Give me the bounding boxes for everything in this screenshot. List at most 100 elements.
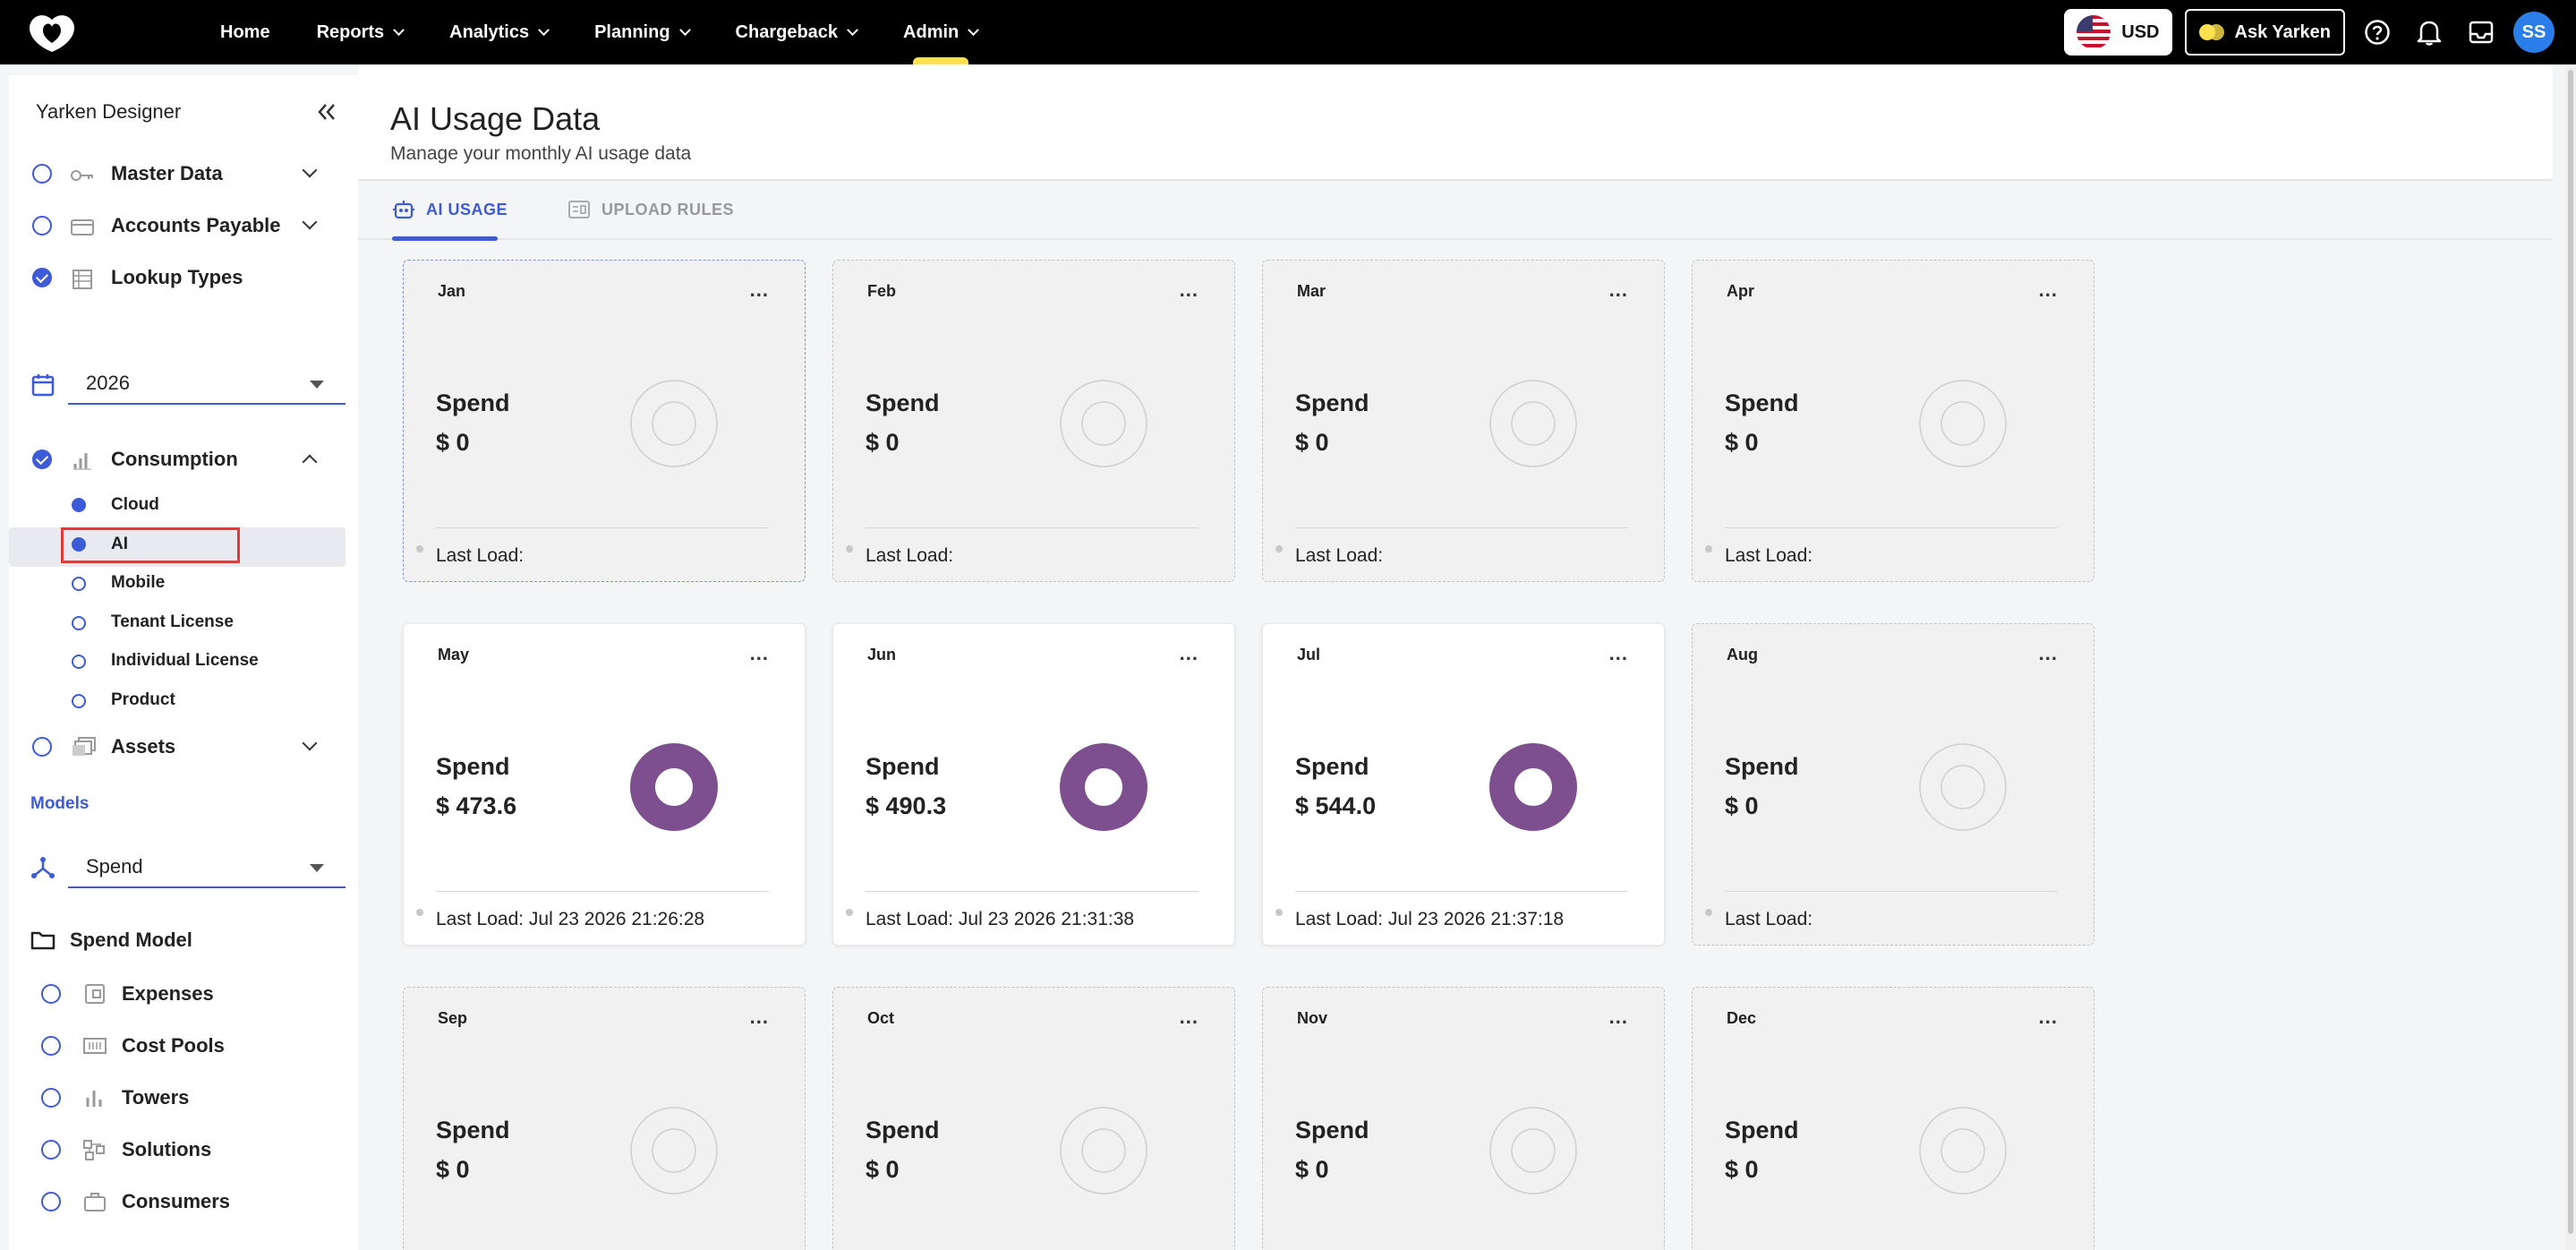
sidebar-item-consumption[interactable]: Consumption <box>111 448 238 471</box>
ask-yarken-button[interactable]: Ask Yarken <box>2184 9 2345 56</box>
nav-analytics[interactable]: Analytics <box>426 0 571 64</box>
status-dot <box>1275 545 1283 552</box>
stack-icon <box>72 736 97 758</box>
spend-donut-icon <box>1060 380 1147 467</box>
spend-donut-icon <box>1489 743 1577 831</box>
more-options-icon[interactable]: ... <box>1180 1007 1198 1027</box>
month-card-feb[interactable]: Feb... Spend $ 0 Last Load: <box>832 260 1235 582</box>
card-month-label: Mar <box>1297 282 1326 300</box>
tab-upload-rules[interactable]: UPLOAD RULES <box>567 181 734 238</box>
accounts-payable-radio[interactable] <box>32 216 52 235</box>
sidebar-item-accounts-payable[interactable]: Accounts Payable <box>111 214 281 237</box>
more-options-icon[interactable]: ... <box>750 1007 769 1027</box>
solutions-icon <box>82 1139 107 1160</box>
month-card-jan[interactable]: Jan... Spend $ 0 Last Load: <box>403 260 806 582</box>
nav-home[interactable]: Home <box>197 0 294 64</box>
month-card-sep[interactable]: Sep... Spend $ 0 <box>403 987 806 1250</box>
month-card-jun[interactable]: Jun... Spend $ 490.3 Last Load: Jul 23 2026… <box>832 623 1235 946</box>
more-options-icon[interactable]: ... <box>2039 644 2058 664</box>
status-dot <box>1705 909 1712 916</box>
tab-ai-usage[interactable]: AI USAGE <box>392 181 508 238</box>
card-divider <box>1295 891 1628 892</box>
individual-license-radio[interactable] <box>72 655 86 669</box>
sidebar-item-cloud[interactable]: Cloud <box>111 495 159 515</box>
month-card-apr[interactable]: Apr... Spend $ 0 Last Load: <box>1692 260 2094 582</box>
rules-icon <box>568 201 590 218</box>
more-options-icon[interactable]: ... <box>750 280 769 300</box>
currency-button[interactable]: USD <box>2064 9 2172 56</box>
product-radio[interactable] <box>72 694 86 708</box>
sidebar-item-master-data[interactable]: Master Data <box>111 162 223 185</box>
yarken-logo[interactable] <box>25 11 79 54</box>
bell-icon[interactable] <box>2410 13 2449 52</box>
sidebar-item-towers[interactable]: Towers <box>122 1086 189 1109</box>
page-title: AI Usage Data <box>390 100 601 137</box>
chevron-up-icon[interactable] <box>302 454 318 470</box>
sidebar-item-tenant-license[interactable]: Tenant License <box>111 612 234 632</box>
month-card-aug[interactable]: Aug... Spend $ 0 Last Load: <box>1692 623 2094 946</box>
month-card-dec[interactable]: Dec... Spend $ 0 <box>1692 987 2094 1250</box>
assets-radio[interactable] <box>32 737 52 757</box>
spend-donut-icon <box>630 1107 718 1194</box>
tenant-license-radio[interactable] <box>72 616 86 630</box>
page-scrollbar[interactable] <box>2565 64 2576 1250</box>
model-select[interactable]: Spend <box>68 847 345 888</box>
card-last-load: Last Load: <box>866 545 954 566</box>
month-card-may[interactable]: May... Spend $ 473.6 Last Load: Jul 23 2026… <box>403 623 806 946</box>
sidebar-item-mobile[interactable]: Mobile <box>111 573 165 593</box>
towers-radio[interactable] <box>41 1088 61 1108</box>
sidebar-item-product[interactable]: Product <box>111 690 175 710</box>
nav-chargeback[interactable]: Chargeback <box>712 0 881 64</box>
sidebar-title: Yarken Designer <box>36 100 182 123</box>
card-icon <box>70 217 95 238</box>
chevron-down-icon[interactable] <box>302 735 318 751</box>
card-last-load: Last Load: <box>1295 545 1384 566</box>
sidebar-item-individual-license[interactable]: Individual License <box>111 651 259 671</box>
consumers-radio[interactable] <box>41 1192 61 1211</box>
master-data-radio[interactable] <box>32 164 52 184</box>
year-select[interactable]: 2026 <box>68 364 345 405</box>
more-options-icon[interactable]: ... <box>1180 644 1198 664</box>
sidebar-item-assets[interactable]: Assets <box>111 735 175 758</box>
mobile-radio[interactable] <box>72 577 86 591</box>
card-spend-value: $ 0 <box>1725 1156 1759 1183</box>
sidebar-item-cost-pools[interactable]: Cost Pools <box>122 1034 225 1057</box>
more-options-icon[interactable]: ... <box>1609 644 1628 664</box>
cloud-dot[interactable] <box>72 498 86 512</box>
more-options-icon[interactable]: ... <box>2039 1007 2058 1027</box>
consumption-check[interactable] <box>32 449 52 469</box>
cost-pools-radio[interactable] <box>41 1036 61 1056</box>
solutions-radio[interactable] <box>41 1140 61 1160</box>
sidebar-item-lookup-types[interactable]: Lookup Types <box>111 266 243 289</box>
expenses-radio[interactable] <box>41 984 61 1004</box>
sidebar-item-consumers[interactable]: Consumers <box>122 1190 230 1213</box>
sidebar-item-expenses[interactable]: Expenses <box>122 982 214 1006</box>
lookup-types-check[interactable] <box>32 268 52 287</box>
sidebar-item-solutions[interactable]: Solutions <box>122 1138 211 1161</box>
spend-model-label[interactable]: Spend Model <box>70 929 192 952</box>
chevron-down-icon <box>968 23 980 36</box>
main-nav: Home Reports Analytics Planning Chargeba… <box>197 0 1001 64</box>
nav-reports[interactable]: Reports <box>294 0 427 64</box>
more-options-icon[interactable]: ... <box>750 644 769 664</box>
card-spend-value: $ 0 <box>436 429 470 456</box>
chevron-down-icon[interactable] <box>302 162 318 178</box>
month-card-jul[interactable]: Jul... Spend $ 544.0 Last Load: Jul 23 2026… <box>1262 623 1665 946</box>
nav-planning[interactable]: Planning <box>571 0 712 64</box>
spend-donut-icon <box>630 380 718 467</box>
nav-admin[interactable]: Admin <box>880 0 1001 64</box>
more-options-icon[interactable]: ... <box>2039 280 2058 300</box>
more-options-icon[interactable]: ... <box>1180 280 1198 300</box>
chevron-down-icon <box>393 23 405 36</box>
help-icon[interactable] <box>2358 13 2397 52</box>
month-card-oct[interactable]: Oct... Spend $ 0 <box>832 987 1235 1250</box>
chevron-down-icon[interactable] <box>302 214 318 230</box>
collapse-sidebar-icon[interactable] <box>313 100 340 124</box>
more-options-icon[interactable]: ... <box>1609 1007 1628 1027</box>
month-card-nov[interactable]: Nov... Spend $ 0 <box>1262 987 1665 1250</box>
tab-bar: AI USAGE UPLOAD RULES <box>358 181 2553 241</box>
user-avatar[interactable]: SS <box>2513 12 2555 53</box>
more-options-icon[interactable]: ... <box>1609 280 1628 300</box>
inbox-icon[interactable] <box>2461 13 2501 52</box>
month-card-mar[interactable]: Mar... Spend $ 0 Last Load: <box>1262 260 1665 582</box>
